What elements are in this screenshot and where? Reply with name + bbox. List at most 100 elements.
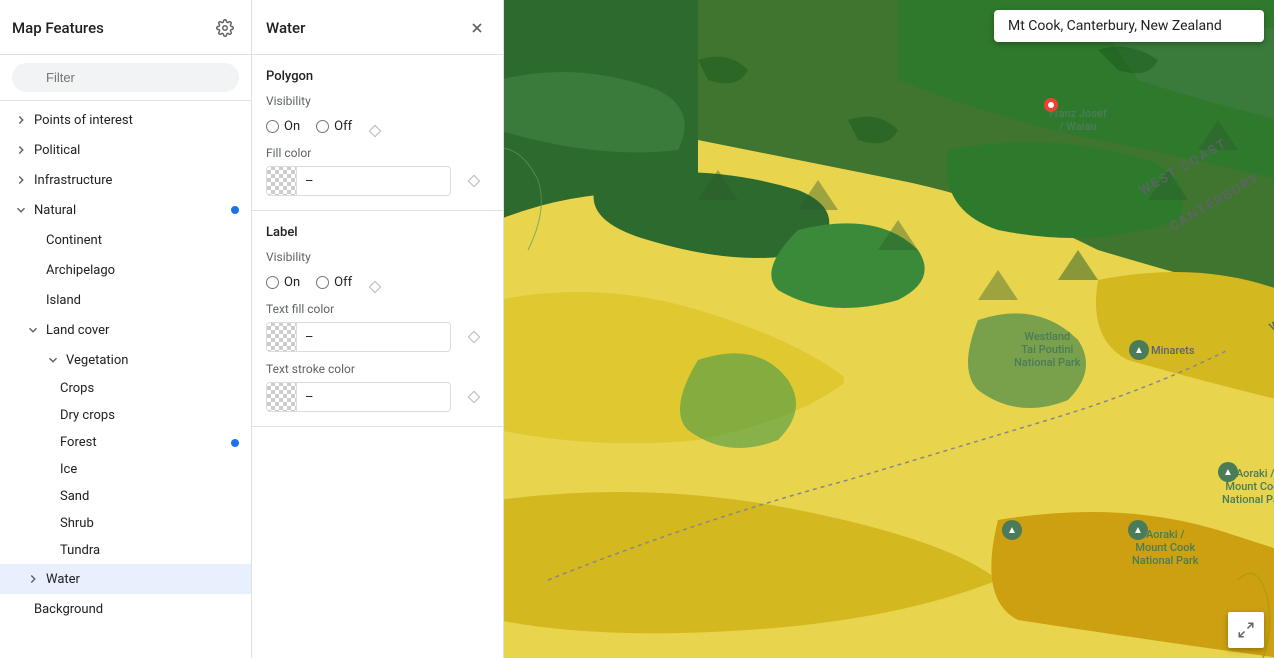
label-off-radio[interactable] [316,276,329,289]
sidebar-item-natural[interactable]: Natural [0,195,251,225]
sidebar-item-label: Land cover [46,323,109,338]
map-features-title: Map Features [12,19,104,37]
filter-bar [0,55,251,101]
color-checker-pattern [267,166,297,196]
sidebar-item-island[interactable]: Island [0,285,251,315]
color-checker-pattern [267,382,297,412]
search-value: Mt Cook, Canterbury, New Zealand [1008,18,1222,34]
sidebar-item-label: Ice [60,462,77,477]
sidebar-item-sand[interactable]: Sand [0,483,251,510]
chevron-right-icon [24,570,42,588]
sidebar-item-land-cover[interactable]: Land cover [0,315,251,345]
text-stroke-color-value: – [297,390,450,405]
polygon-off-radio[interactable] [316,120,329,133]
sidebar-item-label: Continent [46,233,102,248]
sidebar-item-label: Vegetation [66,353,128,368]
polygon-off-label[interactable]: Off [316,119,352,134]
sidebar-item-crops[interactable]: Crops [0,375,251,402]
left-panel: Map Features Points of interest [0,0,252,658]
sidebar-item-forest[interactable]: Forest [0,429,251,456]
label-visibility-row: On Off [266,272,489,302]
polygon-visibility-row: On Off [266,116,489,146]
chevron-down-icon [24,321,42,339]
fullscreen-button[interactable] [1228,612,1264,648]
sidebar-item-label: Points of interest [34,113,133,128]
polygon-visibility-label: Visibility [266,94,489,108]
sidebar-item-infrastructure[interactable]: Infrastructure [0,165,251,195]
text-stroke-color-diamond[interactable] [459,382,489,412]
label-visibility-diamond[interactable] [360,272,390,302]
fill-color-swatch[interactable]: – [266,166,451,196]
aoraki-pin-2: ▲ [1128,520,1148,540]
label-section-title: Label [266,225,489,240]
sidebar-item-label: Natural [34,203,76,218]
settings-button[interactable] [211,14,239,42]
text-stroke-color-label: Text stroke color [266,362,489,376]
color-checker-pattern [267,322,297,352]
mid-header: Water [252,0,503,55]
fill-color-value: – [297,174,450,189]
sidebar-item-label: Shrub [60,516,94,531]
label-radio-group: On Off [266,275,352,290]
polygon-on-label[interactable]: On [266,119,300,134]
fill-color-row: – [266,166,489,196]
modified-indicator [231,206,239,214]
franz-josef-pin [1044,98,1058,112]
map-terrain [504,0,1274,658]
sidebar-item-label: Water [46,572,80,587]
aoraki-pin-1: ▲ [1218,462,1238,482]
sidebar-item-label: Background [34,602,103,617]
mid-panel-title: Water [266,19,305,37]
sidebar-item-label: Crops [60,381,94,396]
sidebar-item-political[interactable]: Political [0,135,251,165]
sidebar-item-shrub[interactable]: Shrub [0,510,251,537]
minarets-label: ▲ Minarets [1129,340,1194,360]
mid-panel: Water Polygon Visibility On Off Fill col [252,0,504,658]
filter-input[interactable] [12,63,239,92]
label-on-radio[interactable] [266,276,279,289]
search-box[interactable]: Mt Cook, Canterbury, New Zealand [994,10,1264,42]
text-fill-color-diamond[interactable] [459,322,489,352]
sidebar-item-vegetation[interactable]: Vegetation [0,345,251,375]
sidebar-item-label: Infrastructure [34,173,112,188]
label-off-label[interactable]: Off [316,275,352,290]
sidebar-item-tundra[interactable]: Tundra [0,537,251,564]
sidebar-item-label: Dry crops [60,408,115,423]
sidebar-item-continent[interactable]: Continent [0,225,251,255]
left-header: Map Features [0,0,251,55]
sidebar-item-background[interactable]: Background [0,594,251,624]
modified-indicator [231,439,239,447]
close-button[interactable] [463,14,491,42]
sidebar-item-label: Archipelago [46,263,115,278]
polygon-section: Polygon Visibility On Off Fill color – [252,55,503,211]
sidebar-item-points-of-interest[interactable]: Points of interest [0,105,251,135]
sidebar-item-label: Sand [60,489,89,504]
polygon-on-radio[interactable] [266,120,279,133]
sidebar-item-water[interactable]: Water [0,564,251,594]
sidebar-item-label: Island [46,293,81,308]
chevron-right-icon [12,171,30,189]
tree-list: Points of interest Political Infrastruct… [0,101,251,658]
sidebar-item-dry-crops[interactable]: Dry crops [0,402,251,429]
polygon-visibility-diamond[interactable] [360,116,390,146]
map-area[interactable]: Mt Cook, Canterbury, New Zealand WEST CO… [504,0,1274,658]
text-fill-color-value: – [297,330,450,345]
text-stroke-color-swatch[interactable]: – [266,382,451,412]
label-on-label[interactable]: On [266,275,300,290]
text-fill-color-row: – [266,322,489,352]
fill-color-diamond[interactable] [459,166,489,196]
bottom-left-pin: ▲ [1002,520,1022,540]
label-visibility-label: Visibility [266,250,489,264]
chevron-down-icon [12,201,30,219]
sidebar-item-archipelago[interactable]: Archipelago [0,255,251,285]
text-fill-color-label: Text fill color [266,302,489,316]
text-stroke-color-row: – [266,382,489,412]
polygon-section-title: Polygon [266,69,489,84]
sidebar-item-label: Political [34,143,80,158]
sidebar-item-ice[interactable]: Ice [0,456,251,483]
polygon-radio-group: On Off [266,119,352,134]
sidebar-item-label: Tundra [60,543,100,558]
text-fill-color-swatch[interactable]: – [266,322,451,352]
chevron-right-icon [12,111,30,129]
sidebar-item-label: Forest [60,435,97,450]
